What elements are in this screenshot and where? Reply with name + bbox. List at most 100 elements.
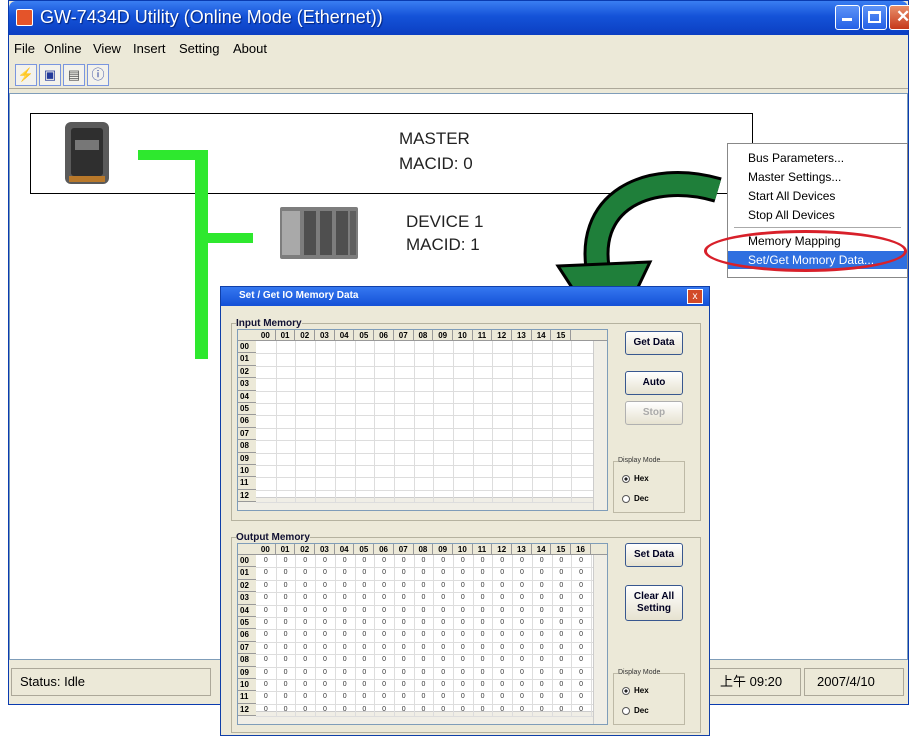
grid-cell[interactable]: 0 [433,618,453,627]
grid-cell[interactable]: 0 [571,568,591,577]
dialog-title-bar[interactable]: Set / Get IO Memory Data x [221,287,709,306]
grid-cell[interactable]: 0 [473,680,493,689]
grid-cell[interactable]: 0 [394,668,414,677]
grid-cell[interactable]: 0 [552,568,572,577]
grid-cell[interactable]: 0 [295,568,315,577]
grid-cell[interactable]: 0 [256,668,276,677]
grid-cell[interactable]: 0 [473,643,493,652]
grid-cell[interactable]: 0 [453,655,473,664]
grid-cell[interactable]: 0 [256,680,276,689]
grid-cell[interactable]: 0 [256,643,276,652]
grid-cell[interactable]: 0 [256,618,276,627]
grid-cell[interactable]: 0 [552,643,572,652]
grid-cell[interactable]: 0 [355,705,375,714]
input-dec-radio[interactable]: Dec [622,494,649,503]
grid-cell[interactable]: 0 [473,655,493,664]
menu-item-stop-all-devices[interactable]: Stop All Devices [748,208,835,222]
grid-cell[interactable]: 0 [355,630,375,639]
grid-cell[interactable]: 0 [512,668,532,677]
grid-cell[interactable]: 0 [256,556,276,565]
grid-cell[interactable]: 0 [473,568,493,577]
grid-cell[interactable]: 0 [571,705,591,714]
grid-cell[interactable]: 0 [532,705,552,714]
output-dec-radio[interactable]: Dec [622,706,649,715]
grid-cell[interactable]: 0 [552,668,572,677]
grid-cell[interactable]: 0 [473,581,493,590]
grid-cell[interactable]: 0 [276,606,296,615]
grid-cell[interactable]: 0 [335,705,355,714]
grid-cell[interactable]: 0 [295,618,315,627]
grid-cell[interactable]: 0 [276,705,296,714]
grid-cell[interactable]: 0 [276,568,296,577]
grid-cell[interactable]: 0 [492,581,512,590]
grid-cell[interactable]: 0 [512,618,532,627]
grid-cell[interactable]: 0 [315,692,335,701]
grid-cell[interactable]: 0 [335,581,355,590]
grid-cell[interactable]: 0 [374,680,394,689]
grid-cell[interactable]: 0 [552,680,572,689]
grid-cell[interactable]: 0 [374,593,394,602]
grid-cell[interactable]: 0 [433,668,453,677]
grid-cell[interactable]: 0 [453,593,473,602]
grid-cell[interactable]: 0 [453,668,473,677]
output-memory-grid[interactable]: 00 01 02 03 04 05 06 07 08 09 10 11 12 13 14 15 16 00 0 0 0 0… [237,543,608,725]
menu-online[interactable]: Online [44,41,82,56]
grid-cell[interactable]: 0 [512,606,532,615]
grid-cell[interactable]: 0 [315,705,335,714]
grid-cell[interactable]: 0 [453,581,473,590]
grid-cell[interactable]: 0 [414,680,434,689]
grid-cell[interactable]: 0 [295,668,315,677]
grid-cell[interactable]: 0 [571,606,591,615]
grid-cell[interactable]: 0 [335,692,355,701]
grid-cell[interactable]: 0 [394,692,414,701]
grid-cell[interactable]: 0 [315,568,335,577]
grid-cell[interactable]: 0 [374,581,394,590]
connect-icon[interactable]: ⚡ [15,64,37,86]
grid-cell[interactable]: 0 [532,692,552,701]
grid-cell[interactable]: 0 [492,692,512,701]
grid-cell[interactable]: 0 [473,618,493,627]
save-icon[interactable]: ▣ [39,64,61,86]
grid-cell[interactable]: 0 [394,655,414,664]
grid-cell[interactable]: 0 [256,705,276,714]
grid-cell[interactable]: 0 [276,618,296,627]
grid-cell[interactable]: 0 [374,643,394,652]
input-grid-horizontal-scrollbar[interactable] [238,497,593,510]
grid-cell[interactable]: 0 [433,692,453,701]
grid-cell[interactable]: 0 [295,630,315,639]
menu-item-start-all-devices[interactable]: Start All Devices [748,189,835,203]
grid-cell[interactable]: 0 [453,692,473,701]
grid-cell[interactable]: 0 [315,581,335,590]
menu-item-master-settings[interactable]: Master Settings... [748,170,841,184]
grid-cell[interactable]: 0 [355,606,375,615]
grid-cell[interactable]: 0 [492,568,512,577]
menu-view[interactable]: View [93,41,121,56]
grid-cell[interactable]: 0 [256,568,276,577]
grid-cell[interactable]: 0 [532,668,552,677]
grid-cell[interactable]: 0 [295,581,315,590]
grid-cell[interactable]: 0 [256,692,276,701]
grid-cell[interactable]: 0 [256,655,276,664]
grid-cell[interactable]: 0 [414,556,434,565]
menu-item-bus-parameters[interactable]: Bus Parameters... [748,151,844,165]
grid-cell[interactable]: 0 [335,556,355,565]
grid-cell[interactable]: 0 [276,643,296,652]
grid-cell[interactable]: 0 [512,630,532,639]
grid-cell[interactable]: 0 [374,705,394,714]
grid-cell[interactable]: 0 [374,556,394,565]
grid-cell[interactable]: 0 [512,556,532,565]
grid-cell[interactable]: 0 [256,630,276,639]
grid-cell[interactable]: 0 [355,593,375,602]
grid-cell[interactable]: 0 [355,668,375,677]
grid-cell[interactable]: 0 [335,680,355,689]
grid-cell[interactable]: 0 [473,705,493,714]
info-icon[interactable]: ⓘ [87,64,109,86]
grid-cell[interactable]: 0 [532,630,552,639]
grid-cell[interactable]: 0 [414,593,434,602]
grid-cell[interactable]: 0 [552,705,572,714]
input-hex-radio[interactable]: Hex [622,474,649,483]
grid-cell[interactable]: 0 [473,556,493,565]
grid-cell[interactable]: 0 [571,655,591,664]
grid-cell[interactable]: 0 [295,643,315,652]
grid-cell[interactable]: 0 [276,581,296,590]
